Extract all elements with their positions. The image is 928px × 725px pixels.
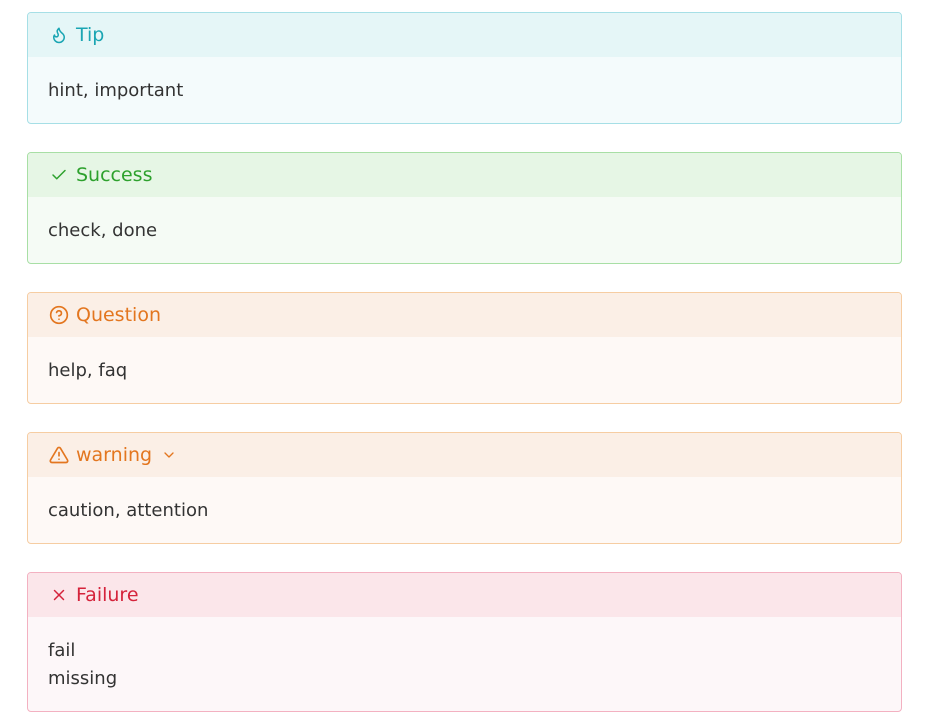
x-icon: [48, 584, 70, 606]
chevron-down-icon[interactable]: [160, 446, 178, 464]
callout-question-text: help, faq: [48, 360, 128, 381]
callout-success: Success check, done: [27, 152, 902, 264]
callout-tip-title: Tip: [76, 24, 105, 46]
callout-success-header: Success: [28, 153, 901, 197]
callout-failure-text-line-1: fail: [48, 640, 76, 661]
callout-question-header: Question: [28, 293, 901, 337]
check-icon: [48, 164, 70, 186]
callout-tip-text: hint, important: [48, 80, 184, 101]
callout-warning-title: warning: [76, 444, 153, 466]
callout-warning: warning caution, attention: [27, 432, 902, 544]
callout-failure-title: Failure: [76, 584, 139, 606]
callout-failure: Failure fail missing: [27, 572, 902, 712]
flame-icon: [48, 24, 70, 46]
callout-success-text: check, done: [48, 220, 158, 241]
callout-warning-header[interactable]: warning: [28, 433, 901, 477]
callout-success-body: check, done: [28, 197, 901, 245]
alert-triangle-icon: [48, 444, 70, 466]
callout-failure-text-line-2: missing: [48, 668, 118, 689]
callout-success-title: Success: [76, 164, 153, 186]
callout-tip: Tip hint, important: [27, 12, 902, 124]
callout-tip-body: hint, important: [28, 57, 901, 105]
callout-failure-header: Failure: [28, 573, 901, 617]
callout-warning-body: caution, attention: [28, 477, 901, 525]
callout-question-body: help, faq: [28, 337, 901, 385]
callout-tip-header: Tip: [28, 13, 901, 57]
callout-failure-body: fail missing: [28, 617, 901, 693]
callout-question: Question help, faq: [27, 292, 902, 404]
callout-question-title: Question: [76, 304, 161, 326]
help-circle-icon: [48, 304, 70, 326]
callout-list: Tip hint, important Success check, done: [0, 0, 928, 725]
callout-warning-text: caution, attention: [48, 500, 209, 521]
